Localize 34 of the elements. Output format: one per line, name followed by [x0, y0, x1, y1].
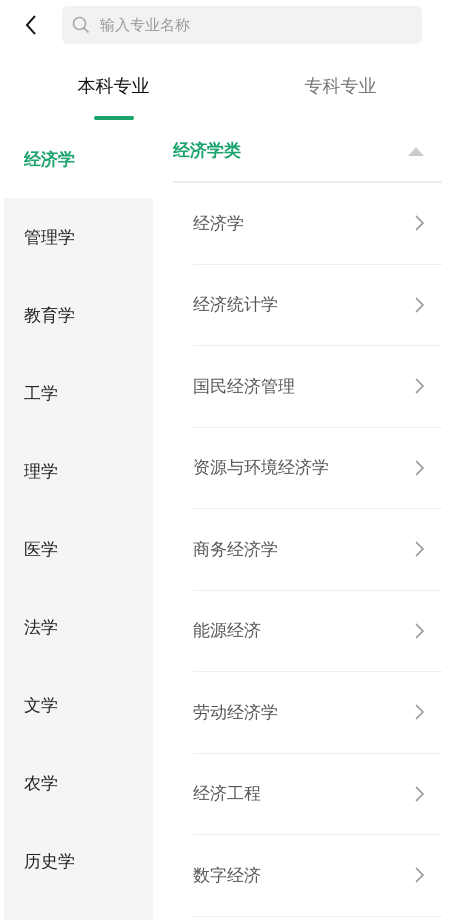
chevron-right-icon — [415, 296, 424, 313]
chevron-right-icon — [415, 786, 424, 802]
major-item[interactable]: 数字经济 — [193, 835, 442, 916]
sidebar-item[interactable]: 医学 — [4, 510, 153, 588]
major-item[interactable]: 商务经济学 — [193, 509, 442, 590]
major-item[interactable]: 资源与环境经济学 — [193, 428, 442, 509]
major-item[interactable]: 国民经济管理 — [193, 346, 442, 428]
chevron-right-icon — [415, 378, 424, 394]
sidebar-item[interactable]: 教育学 — [4, 276, 153, 354]
major-item[interactable]: 能源经济 — [193, 590, 442, 672]
chevron-right-icon — [415, 867, 424, 884]
tab[interactable]: 专科专业 — [227, 46, 454, 120]
major-item[interactable]: 劳动经济学 — [193, 672, 442, 754]
chevron-right-icon — [415, 541, 424, 558]
search-icon — [72, 16, 90, 34]
chevron-right-icon — [415, 704, 424, 720]
sidebar-item[interactable]: 工学 — [4, 354, 153, 432]
chevron-right-icon — [415, 460, 424, 476]
sidebar-item[interactable]: 法学 — [4, 588, 153, 666]
sidebar-item[interactable]: 农学 — [4, 744, 153, 822]
tab[interactable]: 本科专业 — [0, 46, 227, 120]
major-item[interactable]: 经济学 — [193, 183, 442, 264]
major-item[interactable]: 经济统计学 — [193, 264, 442, 346]
back-icon — [25, 15, 37, 35]
category-title: 经济学类 — [173, 140, 241, 162]
search-field[interactable]: 输入专业名称 — [98, 15, 412, 35]
sidebar-item[interactable]: 管理学 — [4, 198, 153, 276]
major-item[interactable]: 经济工程 — [193, 754, 442, 835]
sidebar-item[interactable]: 历史学 — [4, 822, 153, 900]
search-bar[interactable]: 输入专业名称 — [62, 6, 422, 44]
chevron-right-icon — [415, 215, 424, 232]
sidebar-item[interactable]: 理学 — [4, 432, 153, 510]
chevron-right-icon — [415, 622, 424, 639]
sidebar-item[interactable]: 文学 — [4, 666, 153, 744]
